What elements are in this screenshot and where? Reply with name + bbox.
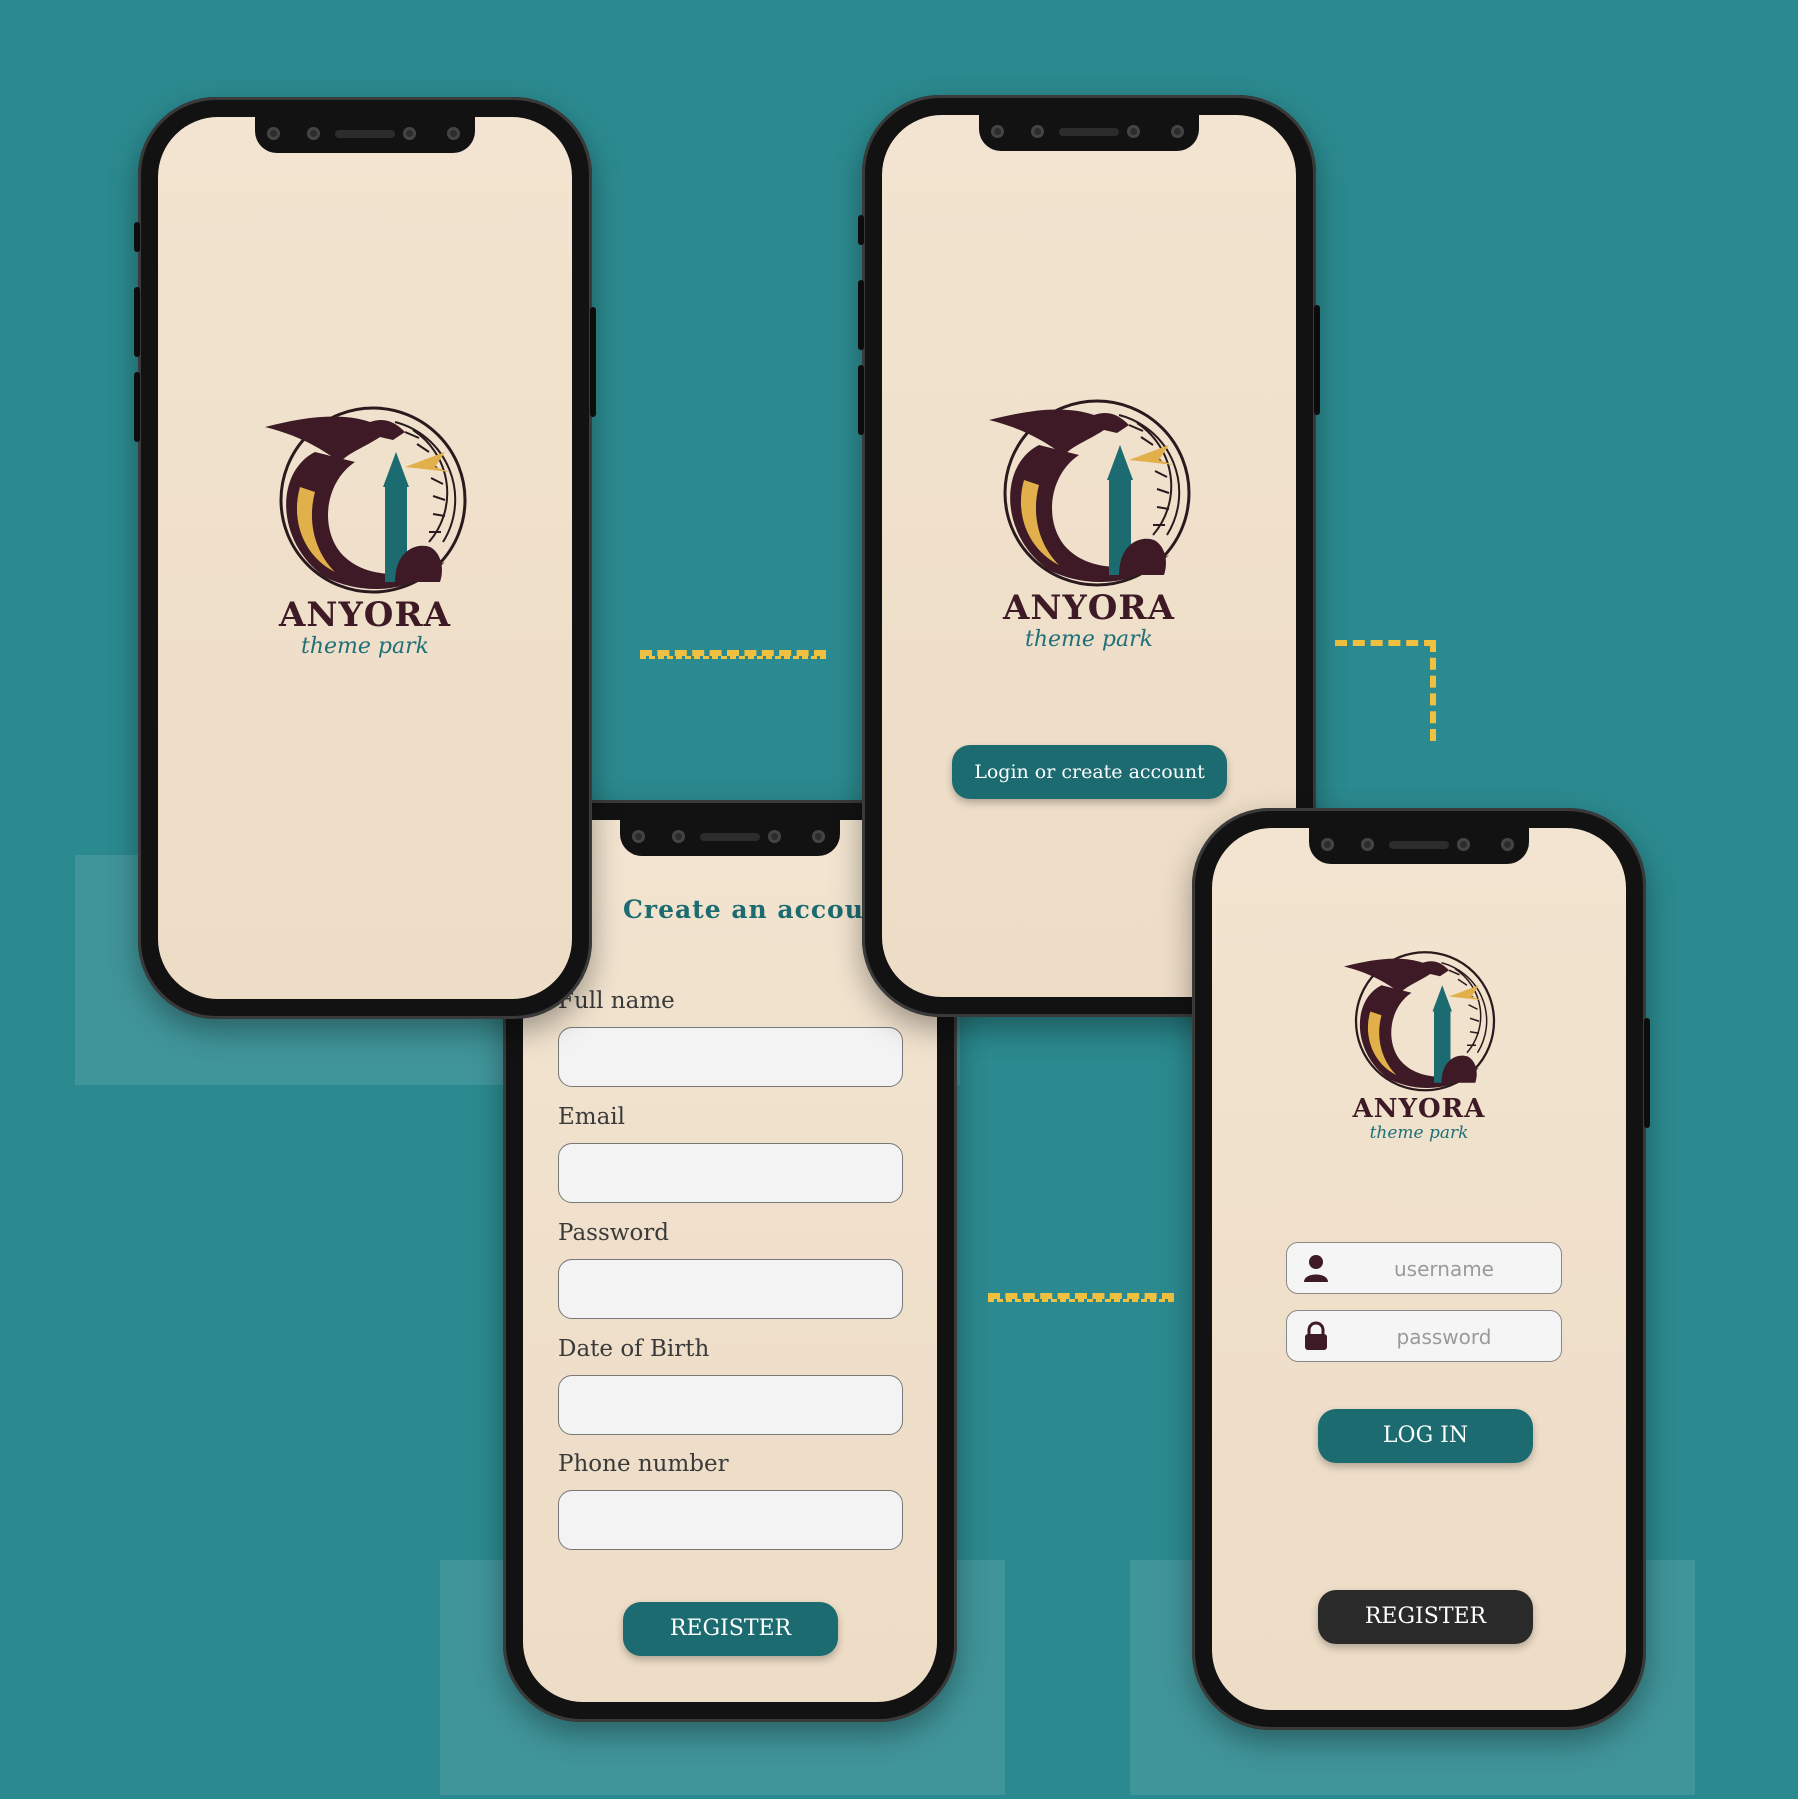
phone-number-field[interactable]	[558, 1490, 903, 1550]
connector-register-to-login	[988, 1293, 1174, 1302]
notch	[255, 117, 475, 153]
logo-tagline: theme park	[1369, 1123, 1469, 1143]
login-screen: ANYORA theme park LOG IN REGISTER	[1212, 828, 1626, 1710]
phone-number-label: Phone number	[558, 1451, 729, 1477]
connector-welcome-to-login	[1335, 640, 1436, 741]
password-field[interactable]	[558, 1259, 903, 1319]
notch	[620, 820, 840, 856]
anyora-logo: ANYORA theme park	[1329, 940, 1509, 1142]
register-submit-button[interactable]: REGISTER	[623, 1602, 838, 1656]
dragon-emblem-icon	[1344, 951, 1496, 1092]
notch	[979, 115, 1199, 151]
log-in-button[interactable]: LOG IN	[1318, 1409, 1533, 1463]
logo-wordmark: ANYORA	[1003, 588, 1175, 628]
full-name-label: Full name	[558, 988, 675, 1014]
anyora-logo: ANYORA theme park	[969, 385, 1209, 651]
email-field[interactable]	[558, 1143, 903, 1203]
login-or-create-account-button[interactable]: Login or create account	[952, 745, 1227, 799]
date-of-birth-label: Date of Birth	[558, 1336, 710, 1362]
connector-splash-to-welcome	[640, 650, 826, 659]
splash-screen: ANYORA theme park	[158, 117, 572, 999]
dragon-emblem-icon	[265, 406, 467, 594]
username-input[interactable]	[1337, 1251, 1551, 1287]
date-of-birth-field[interactable]	[558, 1375, 903, 1435]
email-label: Email	[558, 1104, 626, 1130]
phone-login: ANYORA theme park LOG IN REGISTER	[1192, 808, 1650, 1730]
phone-splash: ANYORA theme park	[134, 97, 596, 1019]
full-name-field[interactable]	[558, 1027, 903, 1087]
register-title: Create an account	[623, 895, 896, 924]
notch	[1309, 828, 1529, 864]
logo-wordmark: ANYORA	[279, 595, 451, 635]
user-icon	[1304, 1255, 1328, 1282]
logo-tagline: theme park	[1025, 627, 1153, 652]
logo-wordmark: ANYORA	[1352, 1094, 1486, 1124]
anyora-logo: ANYORA theme park	[245, 392, 485, 658]
lock-icon	[1305, 1321, 1327, 1350]
dragon-emblem-icon	[989, 399, 1191, 587]
register-button[interactable]: REGISTER	[1318, 1590, 1533, 1644]
password-label: Password	[558, 1220, 670, 1246]
password-field[interactable]	[1286, 1310, 1562, 1362]
password-input[interactable]	[1337, 1319, 1551, 1355]
logo-tagline: theme park	[301, 634, 429, 659]
username-field[interactable]	[1286, 1242, 1562, 1294]
